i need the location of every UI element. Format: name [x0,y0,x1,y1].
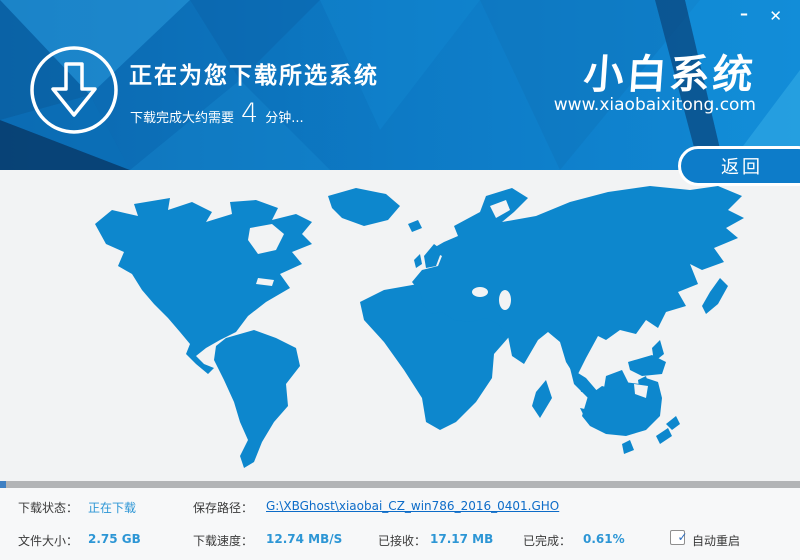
caspian-sea-cutout [499,290,511,310]
continent-australia [582,378,662,436]
close-button[interactable]: ✕ [769,9,782,24]
save-path-label: 保存路径： [193,499,253,516]
island-new-zealand-north [666,416,680,430]
island-ireland [414,254,422,268]
world-map [50,172,760,472]
auto-restart-label: 自动重启 [692,532,740,549]
received-value: 17.17 MB [430,532,493,546]
minimize-button[interactable]: – [740,6,748,22]
status-bar: 下载状态： 正在下载 保存路径： G:\XBGhost\xiaobai_CZ_w… [0,488,800,560]
completed-value: 0.61% [583,532,625,546]
header: – ✕ 正在为您下载所选系统 下载完成大约需要 4 分钟... 小白系统 www… [0,0,800,170]
continent-south-america [214,330,300,468]
island-tasmania [622,440,634,454]
brand-website: www.xiaobaixitong.com [554,95,756,115]
download-progress-fill [0,481,6,488]
eta-minutes: 4 [241,98,258,129]
download-progress-track [0,481,800,488]
eta-text: 下载完成大约需要 4 分钟... [130,101,304,132]
download-status-value: 正在下载 [88,499,136,516]
back-button-label: 返回 [721,153,763,179]
island-madagascar [532,380,552,418]
file-size-value: 2.75 GB [88,532,141,546]
black-sea-cutout [472,287,488,297]
download-circle-icon [28,44,120,136]
checkmark-icon: ✓ [678,531,688,543]
received-label: 已接收： [378,532,426,549]
speed-value: 12.74 MB/S [266,532,342,546]
auto-restart-checkbox[interactable]: ✓ [670,530,685,545]
eta-suffix: 分钟... [265,107,303,126]
speed-label: 下载速度： [193,532,253,549]
island-new-zealand-south [656,428,672,444]
brand-logo: 小白系统 [582,42,758,100]
island-new-guinea [628,355,666,376]
eta-prefix: 下载完成大约需要 [130,107,234,126]
page-title: 正在为您下载所选系统 [129,56,379,90]
island-greenland [328,188,400,226]
island-iceland [408,220,422,232]
save-path-link[interactable]: G:\XBGhost\xiaobai_CZ_win786_2016_0401.G… [266,499,559,513]
file-size-label: 文件大小： [18,532,78,549]
island-japan [702,278,728,314]
download-status-label: 下载状态： [18,499,78,516]
back-button[interactable]: 返回 [678,146,800,186]
completed-label: 已完成： [523,532,571,549]
app-window: – ✕ 正在为您下载所选系统 下载完成大约需要 4 分钟... 小白系统 www… [0,0,800,560]
